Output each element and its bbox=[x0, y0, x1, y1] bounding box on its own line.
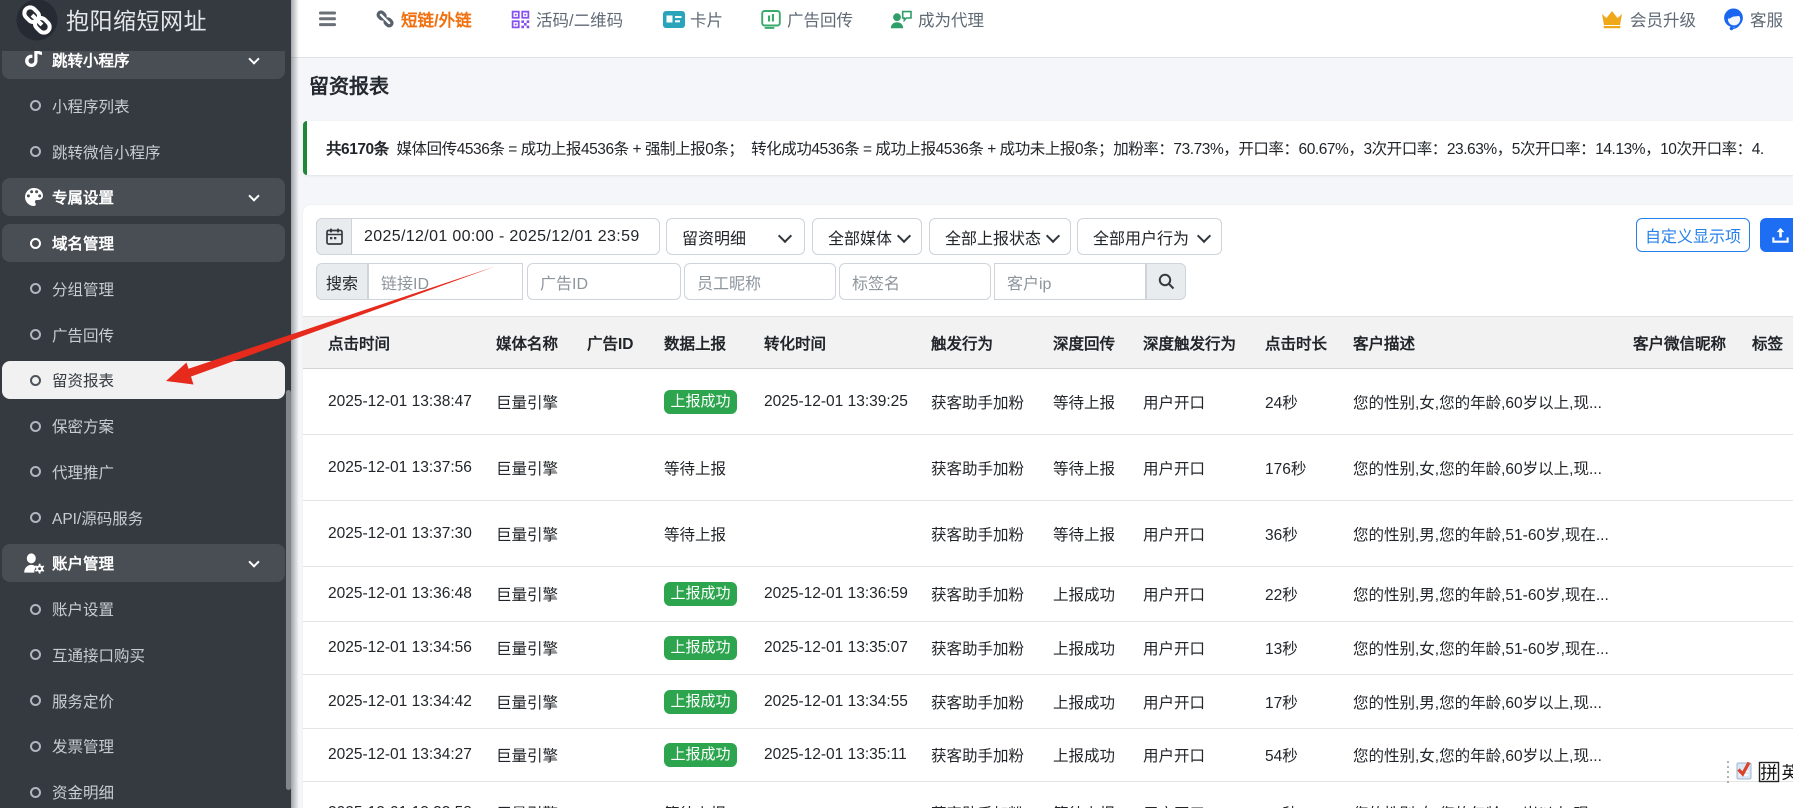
svg-text:拼: 拼 bbox=[1761, 764, 1778, 783]
svg-text:英: 英 bbox=[1782, 764, 1793, 783]
